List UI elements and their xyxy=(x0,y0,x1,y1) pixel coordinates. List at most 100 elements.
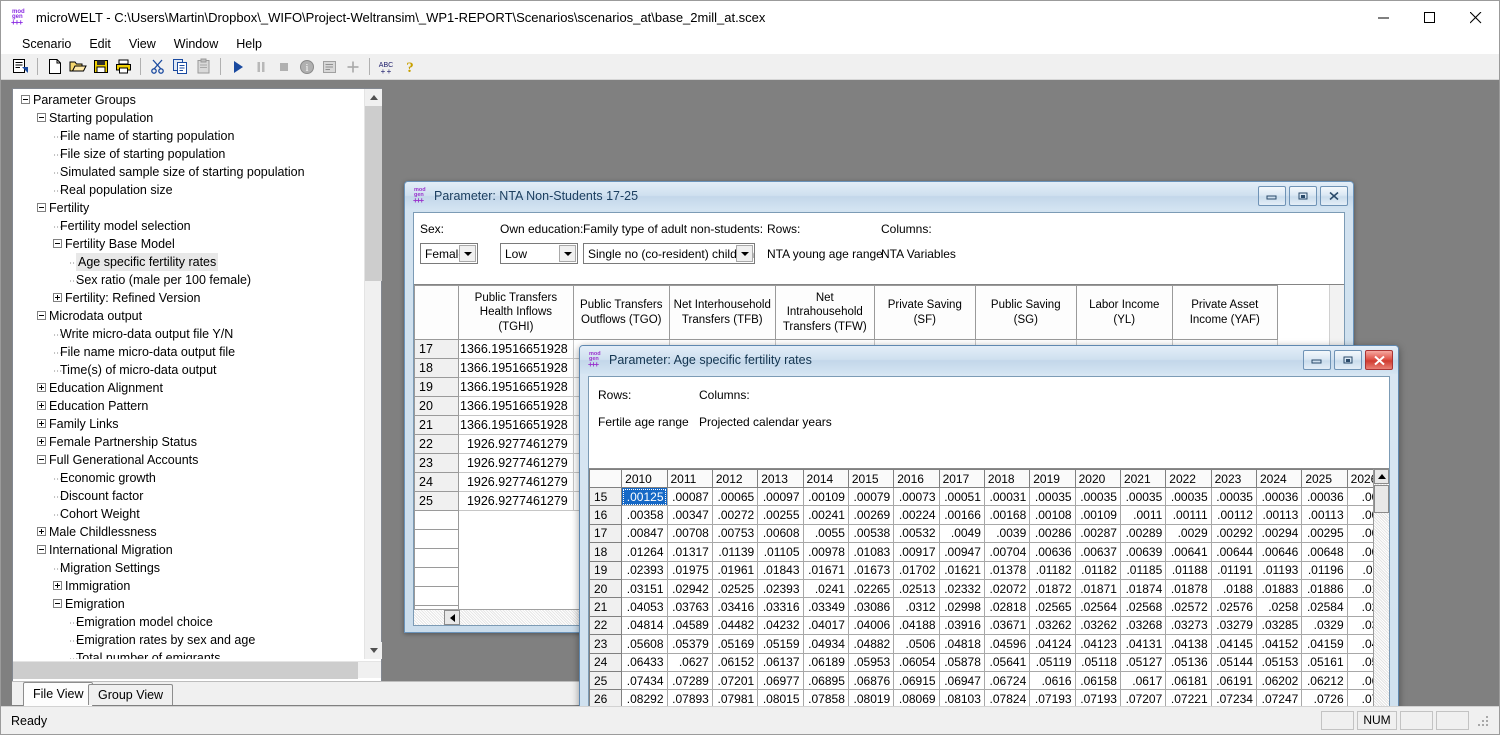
fertility-cell[interactable]: .03262 xyxy=(1074,615,1121,636)
fertility-row-header[interactable]: 23 xyxy=(589,634,623,654)
menu-help[interactable]: Help xyxy=(227,36,271,52)
fertility-column-header[interactable]: 2014 xyxy=(802,469,849,488)
fertility-cell[interactable]: .02393 xyxy=(621,560,668,580)
fertility-cell[interactable]: .05118 xyxy=(1074,652,1121,672)
fertility-cell[interactable]: .00073 xyxy=(893,486,940,507)
fertility-cell[interactable]: .01671 xyxy=(802,560,849,580)
fertility-cell[interactable]: .00295 xyxy=(1301,523,1348,544)
fertility-row-header[interactable]: 25 xyxy=(589,670,623,691)
fertility-cell[interactable]: .04596 xyxy=(983,634,1031,654)
fertility-cell[interactable]: .00168 xyxy=(983,505,1031,525)
fertility-cell[interactable]: .00708 xyxy=(666,523,713,544)
fertility-cell[interactable]: .06191 xyxy=(1210,670,1257,691)
tree-node[interactable]: ∙∙∙Write micro-data output file Y/N xyxy=(13,325,364,343)
fertility-cell[interactable]: .06181 xyxy=(1165,670,1212,691)
fertility-cell[interactable]: .01961 xyxy=(711,560,759,580)
tree-node[interactable]: ∙∙∙File name of starting population xyxy=(13,127,364,145)
expand-plus-icon[interactable] xyxy=(53,293,62,303)
fertility-cell[interactable]: .01702 xyxy=(893,560,940,580)
report-icon[interactable] xyxy=(319,56,340,77)
fertility-table-row[interactable]: 19.02393.01975.01961.01843.01671.01673.0… xyxy=(589,560,1389,580)
fertility-cell[interactable]: .02525 xyxy=(711,578,759,599)
print-icon[interactable] xyxy=(113,56,134,77)
fertility-cell[interactable]: .05379 xyxy=(666,634,713,654)
fertility-cell[interactable]: .01264 xyxy=(621,542,668,562)
fertility-cell[interactable]: .01378 xyxy=(983,560,1031,580)
fertility-table-row[interactable]: 24.06433.0627.06152.06137.06189.05953.06… xyxy=(589,652,1389,672)
fertility-cell[interactable]: .00035 xyxy=(1165,486,1212,507)
nta-cell[interactable]: 1366.19516651928 xyxy=(458,339,574,359)
expand-plus-icon[interactable] xyxy=(37,401,46,411)
tree-node[interactable]: Family Links xyxy=(13,415,364,433)
fertility-vertical-scrollbar[interactable] xyxy=(1373,469,1389,734)
close-button[interactable] xyxy=(1453,1,1499,34)
fertility-cell[interactable]: .03916 xyxy=(938,615,985,636)
fertility-cell[interactable]: .0258 xyxy=(1255,597,1303,617)
fertility-restore-button[interactable] xyxy=(1334,350,1362,370)
tree-node[interactable]: Fertility Base Model xyxy=(13,235,364,253)
fertility-table-row[interactable]: 25.07434.07289.07201.06977.06895.06876.0… xyxy=(589,670,1389,691)
tree-node[interactable]: Microdata output xyxy=(13,307,364,325)
collapse-minus-icon[interactable] xyxy=(37,203,46,213)
fertility-cell[interactable]: .04159 xyxy=(1301,634,1348,654)
nta-education-combobox[interactable]: Low xyxy=(500,243,578,264)
fertility-cell[interactable]: .04818 xyxy=(938,634,985,654)
fertility-cell[interactable]: .0188 xyxy=(1210,578,1257,599)
tree-node[interactable]: Parameter Groups xyxy=(13,91,364,109)
fertility-cell[interactable]: .06189 xyxy=(802,652,849,672)
add-plus-icon[interactable] xyxy=(342,56,363,77)
spellcheck-abc-icon[interactable]: ABC + + xyxy=(376,56,397,77)
fertility-cell[interactable]: .00648 xyxy=(1301,542,1348,562)
nta-minimize-button[interactable] xyxy=(1258,186,1286,206)
expand-plus-icon[interactable] xyxy=(37,527,46,537)
chevron-down-icon[interactable] xyxy=(559,245,576,262)
fertility-cell[interactable]: .00031 xyxy=(983,486,1031,507)
fertility-cell[interactable]: .03316 xyxy=(757,597,804,617)
fertility-cell[interactable]: .00035 xyxy=(1029,486,1076,507)
fertility-cell[interactable]: .02942 xyxy=(666,578,713,599)
fertility-cell[interactable]: .06915 xyxy=(893,670,940,691)
nta-row-header[interactable]: 18 xyxy=(414,358,459,378)
fertility-cell[interactable]: .05159 xyxy=(757,634,804,654)
fertility-cell[interactable]: .03262 xyxy=(1029,615,1076,636)
fertility-cell[interactable]: .01872 xyxy=(1029,578,1076,599)
fertility-cell[interactable]: .00079 xyxy=(847,486,895,507)
fertility-column-header[interactable]: 2018 xyxy=(983,469,1031,488)
fertility-cell[interactable]: .01886 xyxy=(1301,578,1348,599)
fertility-cell[interactable]: .00113 xyxy=(1255,505,1303,525)
fertility-cell[interactable]: .06977 xyxy=(757,670,804,691)
fertility-cell[interactable]: .03671 xyxy=(983,615,1031,636)
fertility-cell[interactable]: .00636 xyxy=(1029,542,1076,562)
fertility-cell[interactable]: .06137 xyxy=(757,652,804,672)
tree-node[interactable]: ∙∙∙Total number of emigrants xyxy=(13,649,364,659)
fertility-cell[interactable]: .03763 xyxy=(666,597,713,617)
tree-node[interactable]: ∙∙∙Economic growth xyxy=(13,469,364,487)
open-folder-icon[interactable] xyxy=(67,56,88,77)
nta-cell[interactable]: 1926.9277461279 xyxy=(458,434,574,454)
fertility-cell[interactable]: .06152 xyxy=(711,652,759,672)
nta-restore-button[interactable] xyxy=(1289,186,1317,206)
fertility-cell[interactable]: .00035 xyxy=(1210,486,1257,507)
tree-node[interactable]: Education Pattern xyxy=(13,397,364,415)
nta-column-header[interactable]: Net Intrahousehold Transfers (TFW) xyxy=(774,285,875,340)
fertility-row-header[interactable]: 17 xyxy=(589,523,623,544)
nta-row-header[interactable]: 22 xyxy=(414,434,459,454)
fertility-cell[interactable]: .04017 xyxy=(802,615,849,636)
fertility-column-header[interactable]: 2024 xyxy=(1255,469,1303,488)
fertility-cell[interactable]: .0616 xyxy=(1029,670,1076,691)
fertility-cell[interactable]: .00224 xyxy=(893,505,940,525)
fertility-scroll-up-arrow-icon[interactable] xyxy=(1374,469,1389,484)
fertility-cell[interactable]: .05136 xyxy=(1165,652,1212,672)
tree-node[interactable]: ∙∙∙Migration Settings xyxy=(13,559,364,577)
collapse-minus-icon[interactable] xyxy=(53,239,62,249)
nta-cell[interactable]: 1366.19516651928 xyxy=(458,358,574,378)
fertility-cell[interactable]: .00255 xyxy=(757,505,804,525)
chevron-down-icon[interactable] xyxy=(459,245,476,262)
fertility-cell[interactable]: .02072 xyxy=(983,578,1031,599)
fertility-cell[interactable]: .00065 xyxy=(711,486,759,507)
fertility-cell[interactable]: .03268 xyxy=(1119,615,1167,636)
info-icon[interactable]: i xyxy=(296,56,317,77)
fertility-row-header[interactable]: 24 xyxy=(589,652,623,672)
fertility-cell[interactable]: .01185 xyxy=(1119,560,1167,580)
fertility-cell[interactable]: .03151 xyxy=(621,578,668,599)
